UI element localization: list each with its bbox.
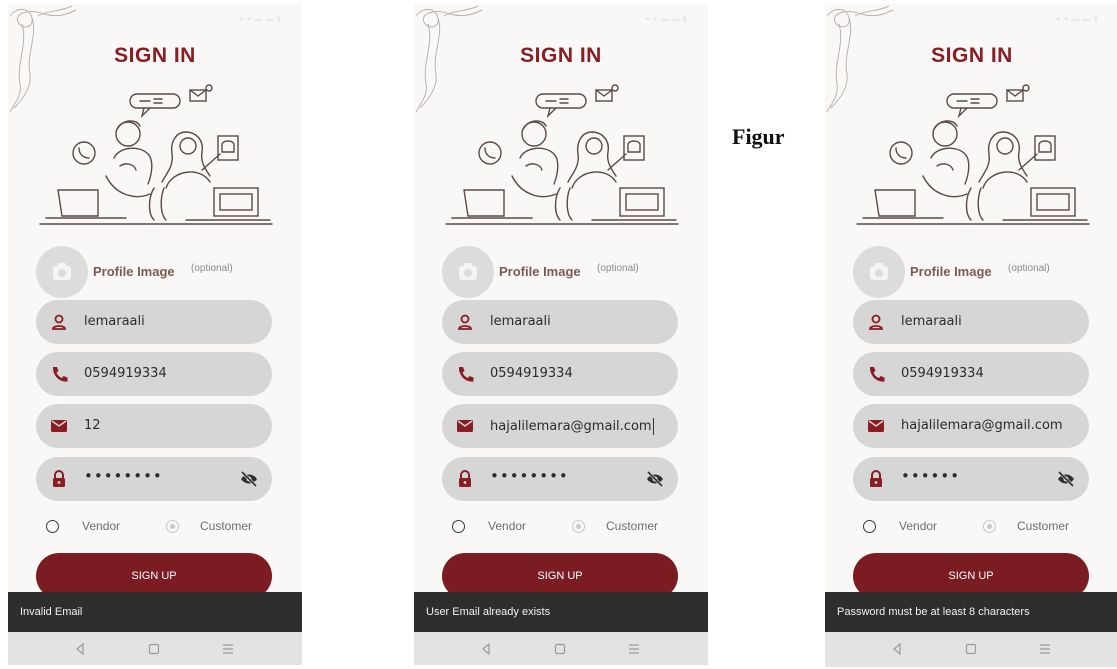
vendor-label: Vendor <box>82 519 121 533</box>
email-value: 12 <box>84 418 101 433</box>
phone-icon <box>869 367 885 382</box>
vendor-radio[interactable] <box>452 520 465 533</box>
page-title: SIGN IN <box>114 44 196 67</box>
username-value: lemaraali <box>490 314 551 329</box>
username-field[interactable]: lemaraali <box>442 300 678 344</box>
menu-icon[interactable] <box>628 642 640 656</box>
optional-hint: (optional) <box>597 263 639 274</box>
phone-icon <box>458 367 474 382</box>
status-bar: ●●▬▬▮ <box>238 14 284 23</box>
error-snackbar: Invalid Email <box>8 592 302 632</box>
home-icon[interactable] <box>554 642 566 656</box>
password-value: •••••••• <box>84 467 163 485</box>
visibility-off-icon[interactable] <box>240 470 258 488</box>
illustration-couple-laptops <box>445 84 679 225</box>
phone-field[interactable]: 0594919334 <box>853 352 1089 396</box>
phone-value: 0594919334 <box>901 366 984 381</box>
username-value: lemaraali <box>901 314 962 329</box>
profile-image-label: Profile Image <box>93 264 175 279</box>
home-icon[interactable] <box>965 642 977 656</box>
error-snackbar: User Email already exists <box>414 592 708 632</box>
person-icon <box>869 314 883 330</box>
status-bar: ●●▬▬▮ <box>644 14 690 23</box>
password-field[interactable]: •••••••• <box>36 457 272 501</box>
phone-icon <box>52 367 68 382</box>
email-field[interactable]: 12 <box>36 404 272 448</box>
vendor-radio[interactable] <box>46 520 59 533</box>
email-value: hajalilemara@gmail.com <box>901 418 1063 433</box>
optional-hint: (optional) <box>191 263 233 274</box>
optional-hint: (optional) <box>1008 263 1050 274</box>
camera-icon <box>459 263 477 280</box>
customer-radio[interactable] <box>572 520 585 533</box>
profile-image-picker[interactable]: Profile Image (optional) <box>36 246 296 298</box>
role-selector: Vendor Customer <box>448 518 698 538</box>
customer-radio[interactable] <box>166 520 179 533</box>
vendor-label: Vendor <box>899 519 938 533</box>
customer-label: Customer <box>606 519 659 533</box>
visibility-off-icon[interactable] <box>1057 470 1075 488</box>
username-field[interactable]: lemaraali <box>853 300 1089 344</box>
phone-screen-email-exists: ●●▬▬▮ SIGN IN Profile Image (optional) l… <box>414 4 708 665</box>
vendor-label: Vendor <box>488 519 527 533</box>
customer-label: Customer <box>1017 519 1070 533</box>
lock-icon <box>459 470 471 487</box>
menu-icon[interactable] <box>222 642 234 656</box>
camera-button[interactable] <box>853 246 905 298</box>
system-nav-bar <box>414 632 708 665</box>
page-title: SIGN IN <box>931 44 1013 67</box>
phone-field[interactable]: 0594919334 <box>36 352 272 396</box>
username-value: lemaraali <box>84 314 145 329</box>
back-icon[interactable] <box>480 642 492 656</box>
phone-screen-short-password: ●●▬▬▮ SIGN IN Profile Image (optional) l… <box>825 4 1117 667</box>
email-icon <box>457 420 473 432</box>
menu-icon[interactable] <box>1039 642 1051 656</box>
password-value: •••••••• <box>490 467 569 485</box>
visibility-off-icon[interactable] <box>646 470 664 488</box>
email-value: hajalilemara@gmail.com <box>490 418 654 435</box>
illustration-couple-laptops <box>39 84 273 225</box>
role-selector: Vendor Customer <box>42 518 292 538</box>
person-icon <box>458 314 472 330</box>
system-nav-bar <box>825 632 1117 667</box>
email-field[interactable]: hajalilemara@gmail.com <box>442 404 678 448</box>
camera-button[interactable] <box>442 246 494 298</box>
status-bar: ●●▬▬▮ <box>1055 14 1101 23</box>
person-icon <box>52 314 66 330</box>
phone-screen-invalid-email: ●●▬▬▮ SIGN IN Profile Image (optional) l… <box>8 4 302 665</box>
email-icon <box>51 420 67 432</box>
profile-image-picker[interactable]: Profile Image (optional) <box>442 246 702 298</box>
phone-value: 0594919334 <box>490 366 573 381</box>
camera-icon <box>870 263 888 280</box>
illustration-couple-laptops <box>856 84 1090 225</box>
back-icon[interactable] <box>74 642 86 656</box>
camera-button[interactable] <box>36 246 88 298</box>
password-value: •••••• <box>901 467 961 485</box>
lock-icon <box>870 470 882 487</box>
profile-image-label: Profile Image <box>910 264 992 279</box>
phone-field[interactable]: 0594919334 <box>442 352 678 396</box>
password-field[interactable]: •••••• <box>853 457 1089 501</box>
system-nav-bar <box>8 632 302 665</box>
password-field[interactable]: •••••••• <box>442 457 678 501</box>
back-icon[interactable] <box>891 642 903 656</box>
role-selector: Vendor Customer <box>859 518 1109 538</box>
home-icon[interactable] <box>148 642 160 656</box>
text-caret <box>652 418 654 435</box>
email-icon <box>868 420 884 432</box>
profile-image-picker[interactable]: Profile Image (optional) <box>853 246 1113 298</box>
username-field[interactable]: lemaraali <box>36 300 272 344</box>
email-field[interactable]: hajalilemara@gmail.com <box>853 404 1089 448</box>
phone-value: 0594919334 <box>84 366 167 381</box>
lock-icon <box>53 470 65 487</box>
error-snackbar: Password must be at least 8 characters <box>825 592 1117 632</box>
figure-label: Figur <box>732 124 785 149</box>
customer-radio[interactable] <box>983 520 996 533</box>
customer-label: Customer <box>200 519 253 533</box>
vendor-radio[interactable] <box>863 520 876 533</box>
page-title: SIGN IN <box>520 44 602 67</box>
camera-icon <box>53 263 71 280</box>
profile-image-label: Profile Image <box>499 264 581 279</box>
